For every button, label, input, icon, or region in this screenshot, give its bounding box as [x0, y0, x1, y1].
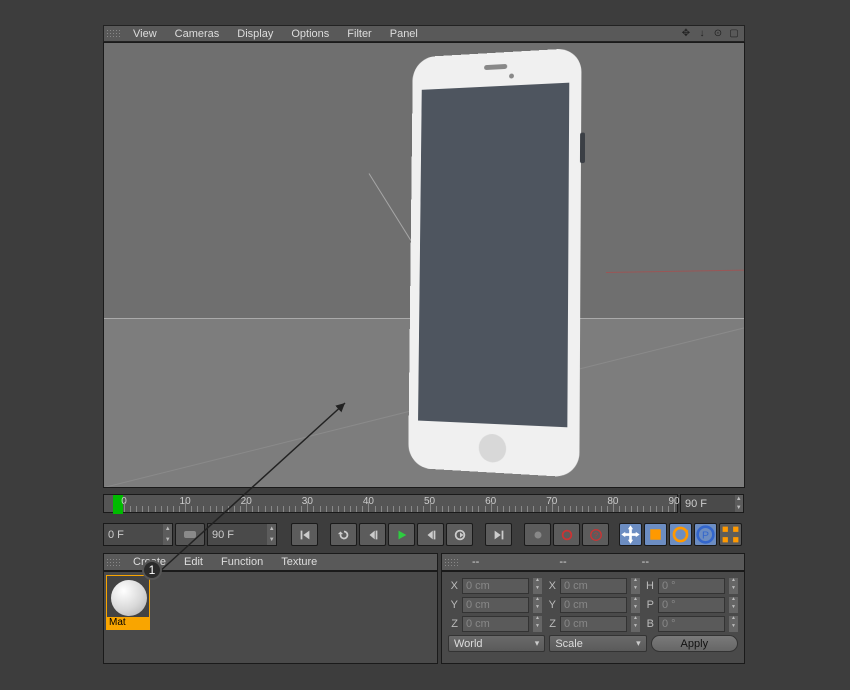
- phone-screen: [418, 83, 569, 428]
- position-field[interactable]: 0 cm: [462, 616, 529, 632]
- size-axis-label: Y: [546, 599, 556, 611]
- material-name-label[interactable]: Mat: [107, 617, 149, 629]
- cycle-icon[interactable]: ⊙: [712, 28, 724, 40]
- size-axis-label: X: [546, 580, 556, 592]
- menu-texture[interactable]: Texture: [272, 556, 326, 568]
- grid-tool-button[interactable]: [719, 523, 742, 546]
- rotation-field[interactable]: 0 °: [658, 616, 725, 632]
- timeline-current-field[interactable]: ▲▼: [103, 523, 173, 546]
- transport-row: ▲▼ ▲▼ ? P: [103, 523, 745, 546]
- rotation-field[interactable]: 0 °: [658, 597, 725, 613]
- param-tool-button[interactable]: P: [694, 523, 717, 546]
- move-icon[interactable]: ✥: [680, 28, 692, 40]
- spinner-icon[interactable]: ▲▼: [729, 616, 738, 632]
- help-button[interactable]: ?: [582, 523, 609, 546]
- coord-header-rot: --: [642, 556, 649, 568]
- maximize-icon[interactable]: ▢: [728, 28, 740, 40]
- coord-header-pos: --: [472, 556, 479, 568]
- side-button: [580, 133, 585, 164]
- coord-row: Y0 cm▲▼Y0 cm▲▼P0 °▲▼: [448, 595, 738, 614]
- autokey-button[interactable]: [524, 523, 551, 546]
- timeline-slider[interactable]: [175, 523, 205, 546]
- rotate-tool-button[interactable]: [669, 523, 692, 546]
- menu-view[interactable]: View: [124, 28, 166, 40]
- rot-axis-label: P: [644, 599, 654, 611]
- timeline-end-input[interactable]: [681, 498, 735, 510]
- axis-label: Y: [448, 599, 458, 611]
- timeline-ruler[interactable]: 0102030405060708090: [103, 494, 678, 513]
- timeline-range-field[interactable]: ▲▼: [207, 523, 277, 546]
- menu-display[interactable]: Display: [228, 28, 282, 40]
- spinner-icon[interactable]: ▲▼: [163, 524, 172, 545]
- spinner-icon[interactable]: ▲▼: [533, 578, 542, 594]
- grip-icon: [107, 555, 121, 569]
- spinner-icon[interactable]: ▲▼: [267, 524, 276, 545]
- coord-row: Z0 cm▲▼Z0 cm▲▼B0 °▲▼: [448, 614, 738, 633]
- step-forward-button[interactable]: [417, 523, 444, 546]
- coord-row: X0 cm▲▼X0 cm▲▼H0 °▲▼: [448, 576, 738, 595]
- coordinates-panel: X0 cm▲▼X0 cm▲▼H0 °▲▼Y0 cm▲▼Y0 cm▲▼P0 °▲▼…: [441, 571, 745, 664]
- down-icon[interactable]: ↓: [696, 28, 708, 40]
- material-preview-icon: [111, 580, 147, 616]
- rot-axis-label: B: [644, 618, 654, 630]
- step-back-button[interactable]: [359, 523, 386, 546]
- apply-button[interactable]: Apply: [651, 635, 738, 652]
- goto-end-button[interactable]: [485, 523, 512, 546]
- goto-start-button[interactable]: [291, 523, 318, 546]
- coord-mode-dropdown[interactable]: Scale: [549, 635, 646, 652]
- rot-axis-label: H: [644, 580, 654, 592]
- timeline-current-input[interactable]: [104, 529, 163, 541]
- size-field[interactable]: 0 cm: [560, 616, 627, 632]
- front-camera: [509, 73, 514, 78]
- spinner-icon[interactable]: ▲▼: [533, 597, 542, 613]
- spinner-icon[interactable]: ▲▼: [735, 495, 743, 512]
- timeline-range-input[interactable]: [208, 529, 267, 541]
- timeline-end-field[interactable]: ▲▼: [680, 494, 744, 513]
- speaker-slot: [484, 64, 507, 70]
- position-field[interactable]: 0 cm: [462, 597, 529, 613]
- menu-cameras[interactable]: Cameras: [166, 28, 229, 40]
- menu-options[interactable]: Options: [282, 28, 338, 40]
- spinner-icon[interactable]: ▲▼: [729, 597, 738, 613]
- size-field[interactable]: 0 cm: [560, 578, 627, 594]
- phone-model[interactable]: [436, 111, 611, 488]
- menu-edit[interactable]: Edit: [175, 556, 212, 568]
- keyframe-button[interactable]: [553, 523, 580, 546]
- coord-header-size: --: [559, 556, 566, 568]
- spinner-icon[interactable]: ▲▼: [631, 597, 640, 613]
- callout-badge: 1: [142, 560, 162, 580]
- menu-panel[interactable]: Panel: [381, 28, 427, 40]
- coord-space-dropdown[interactable]: World: [448, 635, 545, 652]
- size-field[interactable]: 0 cm: [560, 597, 627, 613]
- loop-button[interactable]: [330, 523, 357, 546]
- play-button[interactable]: [388, 523, 415, 546]
- menu-function[interactable]: Function: [212, 556, 272, 568]
- spinner-icon[interactable]: ▲▼: [631, 578, 640, 594]
- material-manager-panel[interactable]: Mat: [103, 571, 438, 664]
- size-axis-label: Z: [546, 618, 556, 630]
- material-swatch[interactable]: Mat: [106, 575, 150, 630]
- record-button[interactable]: [446, 523, 473, 546]
- coordinates-menu-bar: -- -- --: [441, 553, 745, 571]
- home-button: [478, 433, 506, 463]
- rotation-field[interactable]: 0 °: [658, 578, 725, 594]
- grip-icon: [445, 555, 459, 569]
- phone-body: [408, 48, 581, 478]
- move-tool-button[interactable]: [619, 523, 642, 546]
- axis-label: Z: [448, 618, 458, 630]
- svg-text:P: P: [702, 529, 709, 541]
- spinner-icon[interactable]: ▲▼: [631, 616, 640, 632]
- axis-label: X: [448, 580, 458, 592]
- spinner-icon[interactable]: ▲▼: [533, 616, 542, 632]
- spinner-icon[interactable]: ▲▼: [729, 578, 738, 594]
- scale-tool-button[interactable]: [644, 523, 667, 546]
- perspective-viewport[interactable]: [103, 42, 745, 488]
- menu-filter[interactable]: Filter: [338, 28, 380, 40]
- viewport-menu-bar: View Cameras Display Options Filter Pane…: [103, 25, 745, 42]
- position-field[interactable]: 0 cm: [462, 578, 529, 594]
- grip-icon: [107, 27, 121, 41]
- svg-text:?: ?: [594, 532, 598, 539]
